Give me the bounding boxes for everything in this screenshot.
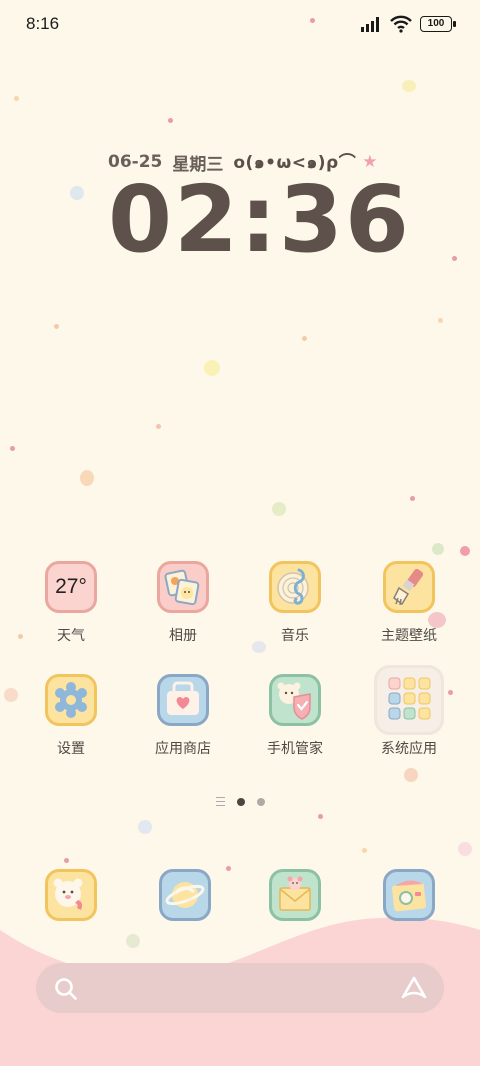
- status-time: 8:16: [26, 14, 60, 33]
- page-dot-active[interactable]: [236, 797, 245, 806]
- dock-messages[interactable]: [240, 869, 350, 921]
- app-label: 设置: [57, 741, 85, 757]
- app-music[interactable]: 音乐: [240, 561, 350, 645]
- phone-manager-icon: [269, 674, 321, 726]
- app-label: 天气: [57, 628, 85, 644]
- browser-icon: [159, 869, 211, 921]
- app-label: 应用商店: [155, 741, 211, 757]
- app-theme-wallpaper[interactable]: 主题壁纸: [354, 561, 464, 645]
- app-phone-manager[interactable]: 手机管家: [240, 674, 350, 758]
- page-menu-icon[interactable]: [215, 797, 225, 806]
- system-apps-folder-icon: [374, 665, 444, 735]
- search-icon: [55, 978, 77, 1000]
- app-label: 系统应用: [381, 741, 437, 757]
- messages-icon: [269, 869, 321, 921]
- wifi-icon: [390, 15, 412, 33]
- battery-indicator: 100: [420, 16, 456, 32]
- app-label: 主题壁纸: [381, 628, 437, 644]
- camera-icon: [383, 869, 435, 921]
- status-bar: 8:16 100: [0, 0, 480, 50]
- weather-temperature: 27°: [55, 575, 87, 598]
- dock-browser[interactable]: [130, 869, 240, 921]
- phone-icon: [45, 869, 97, 921]
- theme-wallpaper-icon: [383, 561, 435, 613]
- page-indicator[interactable]: [0, 797, 480, 806]
- album-icon: [157, 561, 209, 613]
- dock-camera[interactable]: [354, 869, 464, 921]
- app-store-icon: [157, 674, 209, 726]
- app-store[interactable]: 应用商店: [128, 674, 238, 758]
- app-label: 相册: [169, 628, 197, 644]
- assistant-icon[interactable]: [400, 975, 428, 1001]
- signal-icon: [361, 17, 379, 32]
- settings-icon: [45, 674, 97, 726]
- weather-icon: 27°: [45, 561, 97, 613]
- clock-widget[interactable]: 02:36: [108, 166, 411, 273]
- search-bar[interactable]: [36, 963, 444, 1013]
- app-system-folder[interactable]: 系统应用: [354, 665, 464, 758]
- music-icon: [269, 561, 321, 613]
- app-label: 音乐: [281, 628, 309, 644]
- app-album[interactable]: 相册: [128, 561, 238, 645]
- page-dot[interactable]: [256, 797, 265, 806]
- app-label: 手机管家: [267, 741, 323, 757]
- app-settings[interactable]: 设置: [16, 674, 126, 758]
- app-weather[interactable]: 27° 天气: [16, 561, 126, 645]
- dock-phone[interactable]: [16, 869, 126, 921]
